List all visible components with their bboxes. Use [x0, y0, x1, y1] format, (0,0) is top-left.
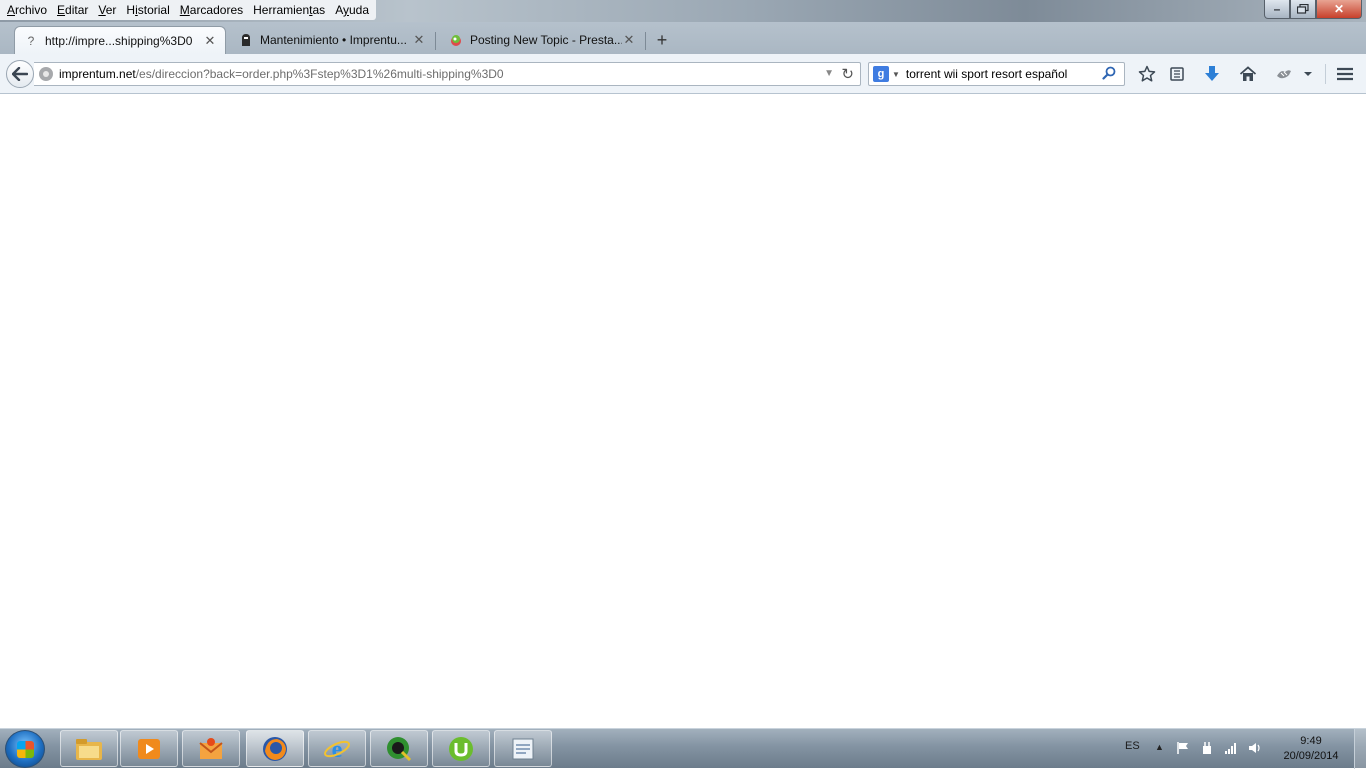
start-button[interactable]: [5, 730, 45, 768]
menu-historial[interactable]: Historial: [121, 0, 174, 20]
tab-title: Mantenimiento • Imprentu...: [260, 33, 407, 47]
power-plug-icon[interactable]: [1200, 741, 1214, 755]
title-bar: Archivo Editar Ver Historial Marcadores …: [0, 0, 1366, 22]
maximize-icon[interactable]: [1290, 0, 1316, 19]
addon-icon[interactable]: [1274, 64, 1294, 84]
menu-bar: Archivo Editar Ver Historial Marcadores …: [0, 0, 377, 20]
tab-active[interactable]: ? http://impre...shipping%3D0 ✕: [14, 26, 226, 54]
taskbar-explorer[interactable]: [60, 730, 118, 767]
google-icon[interactable]: g: [873, 66, 889, 82]
internet-explorer-icon: e: [324, 737, 350, 763]
tab-separator: [645, 32, 646, 50]
menu-icon[interactable]: [1335, 64, 1355, 84]
show-desktop-button[interactable]: [1354, 729, 1366, 769]
site-identity-icon[interactable]: [39, 67, 53, 81]
tab-posting-new-topic[interactable]: Posting New Topic - Presta... ✕: [440, 26, 644, 54]
clock-date: 20/09/2014: [1283, 750, 1339, 762]
menu-editar[interactable]: Editar: [52, 0, 93, 20]
clock-time: 9:49: [1300, 735, 1322, 747]
minimize-icon[interactable]: –: [1264, 0, 1290, 19]
menu-marcadores[interactable]: Marcadores: [175, 0, 248, 20]
taskbar-firefox[interactable]: [246, 730, 304, 767]
home-icon[interactable]: [1238, 64, 1258, 84]
downloads-icon[interactable]: [1202, 64, 1222, 84]
url-bar[interactable]: imprentum.net/es/direccion?back=order.ph…: [34, 62, 861, 86]
tab-close-icon[interactable]: ✕: [203, 33, 217, 49]
tab-title: http://impre...shipping%3D0: [45, 33, 193, 48]
back-button[interactable]: [6, 60, 34, 88]
search-input[interactable]: torrent wii sport resort español: [906, 67, 1102, 81]
svg-text:e: e: [332, 737, 343, 763]
taskbar-media-player[interactable]: [120, 730, 178, 767]
app-q-icon: [387, 736, 412, 761]
close-icon[interactable]: ✕: [1316, 0, 1362, 19]
page-content[interactable]: [0, 94, 1366, 728]
tab-mantenimiento[interactable]: Mantenimiento • Imprentu... ✕: [230, 26, 434, 54]
media-player-icon: [138, 738, 160, 759]
menu-archivo[interactable]: Archivo: [2, 0, 52, 20]
tab-separator: [435, 32, 436, 50]
taskbar: e ES ▲ 9:49 20/09/2014: [0, 728, 1366, 769]
new-tab-button[interactable]: +: [652, 30, 672, 51]
url-history-dropdown-icon[interactable]: ▼: [824, 68, 834, 79]
language-indicator[interactable]: ES: [1125, 740, 1140, 752]
taskbar-internet-explorer[interactable]: e: [308, 730, 366, 767]
prestashop-favicon-icon: [448, 32, 464, 48]
reading-list-icon[interactable]: [1167, 64, 1187, 84]
taskbar-mail[interactable]: [182, 730, 240, 767]
unknown-page-icon: ?: [27, 33, 35, 48]
document-icon: [512, 738, 534, 759]
search-go-icon[interactable]: [1102, 66, 1120, 83]
dropdown-icon[interactable]: [1299, 64, 1317, 84]
navigation-toolbar: imprentum.net/es/direccion?back=order.ph…: [0, 54, 1366, 94]
back-arrow-icon: [12, 67, 28, 81]
taskbar-app-q[interactable]: [370, 730, 428, 767]
url-host: imprentum.net: [59, 67, 136, 81]
network-signal-icon[interactable]: [1224, 741, 1238, 755]
search-engine-dropdown-icon[interactable]: ▼: [892, 70, 900, 79]
mail-icon: [199, 737, 223, 759]
taskbar-utorrent[interactable]: [432, 730, 490, 767]
toolbar-separator: [1325, 64, 1326, 84]
bookmark-star-icon[interactable]: [1137, 64, 1157, 84]
search-bar[interactable]: g ▼ torrent wii sport resort español: [868, 62, 1125, 86]
firefox-icon: [263, 736, 287, 761]
show-hidden-icons-icon[interactable]: ▲: [1155, 742, 1164, 752]
site-favicon-icon: [238, 32, 254, 48]
folder-icon: [76, 738, 102, 760]
menu-ver[interactable]: Ver: [93, 0, 121, 20]
reload-icon[interactable]: ↻: [841, 65, 854, 83]
volume-icon[interactable]: [1248, 741, 1262, 755]
tab-close-icon[interactable]: ✕: [412, 32, 426, 48]
utorrent-icon: [449, 736, 473, 761]
system-clock[interactable]: 9:49 20/09/2014: [1278, 734, 1344, 764]
tab-close-icon[interactable]: ✕: [622, 32, 636, 48]
taskbar-documents[interactable]: [494, 730, 552, 767]
tab-title: Posting New Topic - Presta...: [470, 33, 622, 47]
menu-herramientas[interactable]: Herramientas: [248, 0, 330, 20]
url-path: /es/direccion?back=order.php%3Fstep%3D1%…: [135, 67, 504, 81]
menu-ayuda[interactable]: Ayuda: [330, 0, 374, 20]
action-center-flag-icon[interactable]: [1176, 741, 1190, 755]
window-controls: – ✕: [1264, 0, 1362, 19]
tab-strip: ? http://impre...shipping%3D0 ✕ Mantenim…: [0, 22, 1366, 54]
